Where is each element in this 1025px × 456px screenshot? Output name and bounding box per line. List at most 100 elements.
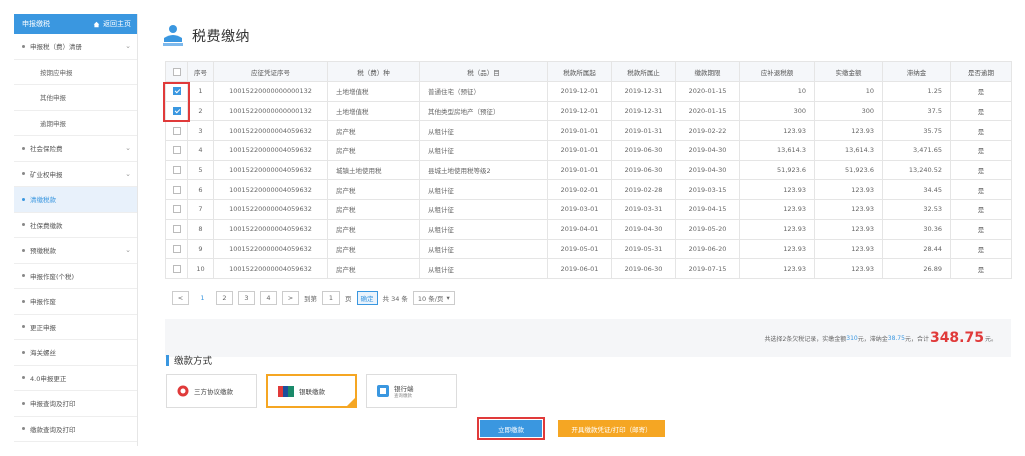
row-checkbox[interactable] [172,225,181,234]
page-button[interactable]: 2 [216,291,233,305]
col-header: 税（品）目 [419,61,548,82]
pay-now-button[interactable]: 立即缴款 [480,420,542,437]
row-checkbox[interactable] [172,264,181,273]
cell-paid: 123.93 [814,179,883,201]
row-select-cell[interactable] [165,218,188,240]
row-select-cell[interactable] [165,258,188,279]
prev-page-button[interactable]: < [172,291,189,305]
cell-end: 2019-01-31 [611,120,676,142]
sidebar-item[interactable]: 申报作废 [14,289,137,315]
sidebar-item[interactable]: 申报税（费）清册 ⌄ [14,34,137,60]
row-checkbox[interactable] [172,244,181,253]
sidebar-item[interactable]: 预缴税款 ⌄ [14,238,137,264]
page-title: 税费缴纳 [192,29,250,45]
cell-payable: 123.93 [739,218,815,240]
table-row[interactable]: 2 10015220000000000132 土地增值税 其他类型房地产（预征） 201… [165,100,1012,122]
cell-item: 从租计征 [419,179,548,201]
sidebar-item[interactable]: 更正申报 [14,315,137,340]
select-all-checkbox[interactable] [172,67,181,76]
pagination: < 1 2 3 4 > 到第 1 页 确定 共 34 条 10 条/页 ▾ [172,291,455,305]
sidebar-item[interactable]: 其他申报 [14,85,137,111]
page-button[interactable]: 1 [194,291,211,305]
select-all-cell[interactable] [165,61,188,82]
total-count: 共 34 条 [382,295,408,303]
page-size-select[interactable]: 10 条/页 ▾ [412,291,455,305]
sidebar-item-label: 申报税（费）清册 [30,43,82,52]
chevron-down-icon: ⌄ [125,169,131,178]
cell-late: 3,471.65 [882,140,951,161]
row-checkbox[interactable] [172,166,181,175]
row-select-cell[interactable] [165,238,188,260]
sidebar-item[interactable]: 缴款查询及打印 [14,417,137,442]
cell-item: 县城土地使用税等级2 [419,159,548,181]
row-select-cell[interactable] [165,159,188,181]
payment-option-unionpay[interactable]: 银联缴款 [266,374,357,408]
print-voucher-button[interactable]: 开具缴款凭证/打印（邮寄） [558,420,665,437]
sidebar-item[interactable]: 社会保险费 ⌄ [14,136,137,162]
row-select-cell[interactable] [165,120,188,142]
bullet-icon [22,350,25,354]
row-checkbox[interactable] [172,126,181,135]
cell-paid: 123.93 [814,120,883,142]
col-header: 缴款期限 [675,61,740,82]
cell-voucher: 10015220000004059632 [213,258,328,279]
option-label-wrap: 银行端 查询缴款 [394,383,414,399]
cell-item: 从租计征 [419,238,548,260]
next-page-button[interactable]: > [282,291,299,305]
sidebar-item-label: 更正申报 [30,323,56,332]
sidebar-item[interactable]: 社保费缴款 [14,213,137,238]
option-label: 银行端 [394,385,414,393]
row-checkbox[interactable] [172,146,181,155]
unionpay-icon [278,385,294,397]
cell-tax: 房产税 [327,179,420,201]
page-button[interactable]: 4 [260,291,277,305]
goto-suffix: 页 [345,295,352,303]
payment-option-tripartite[interactable]: 三方协议缴款 [166,374,257,408]
goto-page-input[interactable]: 1 [322,291,340,305]
option-label: 三方协议缴款 [194,388,233,396]
table-row[interactable]: 6 10015220000004059632 房产税 从租计征 2019-02-01 20… [165,179,1012,201]
sidebar-item[interactable]: 4.0申报更正 [14,366,137,391]
cell-start: 2019-02-01 [547,179,612,201]
sidebar-item[interactable]: 按期应申报 [14,60,137,85]
table-row[interactable]: 4 10015220000004059632 房产税 从租计征 2019-01-01 20… [165,140,1012,161]
table-row[interactable]: 5 10015220000004059632 城镇土地使用税 县城土地使用税等级2 20… [165,159,1012,181]
cell-paid: 51,923.6 [814,159,883,181]
cell-item: 普通住宅（预征） [419,81,548,102]
row-checkbox[interactable] [172,205,181,214]
sidebar-item[interactable]: 申报作废(个税) [14,264,137,289]
col-header: 税（费）种 [327,61,420,82]
row-select-cell[interactable] [165,179,188,201]
row-select-cell[interactable] [165,199,188,220]
sidebar-item-label: 清缴税款 [30,196,56,205]
cell-due: 2019-04-30 [675,159,740,181]
table-row[interactable]: 9 10015220000004059632 房产税 从租计征 2019-05-01 20… [165,238,1012,260]
table-row[interactable]: 7 10015220000004059632 房产税 从租计征 2019-03-01 20… [165,199,1012,220]
table-row[interactable]: 3 10015220000004059632 房产税 从租计征 2019-01-01 20… [165,120,1012,142]
sidebar-item-label: 4.0申报更正 [30,374,67,383]
page-button[interactable]: 3 [238,291,255,305]
row-checkbox[interactable] [172,185,181,194]
sidebar-item[interactable]: 海关螺丝 [14,340,137,366]
table-row[interactable]: 1 10015220000000000132 土地增值税 普通住宅（预征） 2019-1… [165,81,1012,102]
cell-payable: 123.93 [739,120,815,142]
sidebar-item[interactable]: 申报查询及打印 [14,391,137,417]
cell-overdue: 是 [950,258,1012,279]
sidebar-item[interactable]: 逾期申报 [14,111,137,136]
home-link[interactable]: 返回主页 [93,19,131,29]
cell-payable: 300 [739,100,815,122]
goto-confirm-button[interactable]: 确定 [356,291,378,305]
row-select-cell[interactable] [165,140,188,161]
payment-option-bank[interactable]: 银行端 查询缴款 [366,374,457,408]
cell-tax: 土地增值税 [327,81,420,102]
sidebar-item[interactable]: 清缴税款 [14,187,137,213]
summary-total-unit: 元。 [984,335,997,343]
table-row[interactable]: 10 10015220000004059632 房产税 从租计征 2019-06-01 2… [165,258,1012,279]
sidebar-item-label: 逾期申报 [40,119,66,128]
cell-no: 1 [187,81,214,102]
cell-item: 从租计征 [419,218,548,240]
table-row[interactable]: 8 10015220000004059632 房产税 从租计征 2019-04-01 20… [165,218,1012,240]
cell-tax: 房产税 [327,218,420,240]
sidebar-item-label: 申报作废 [30,298,56,307]
sidebar-item[interactable]: 矿业权申报 ⌄ [14,162,137,187]
